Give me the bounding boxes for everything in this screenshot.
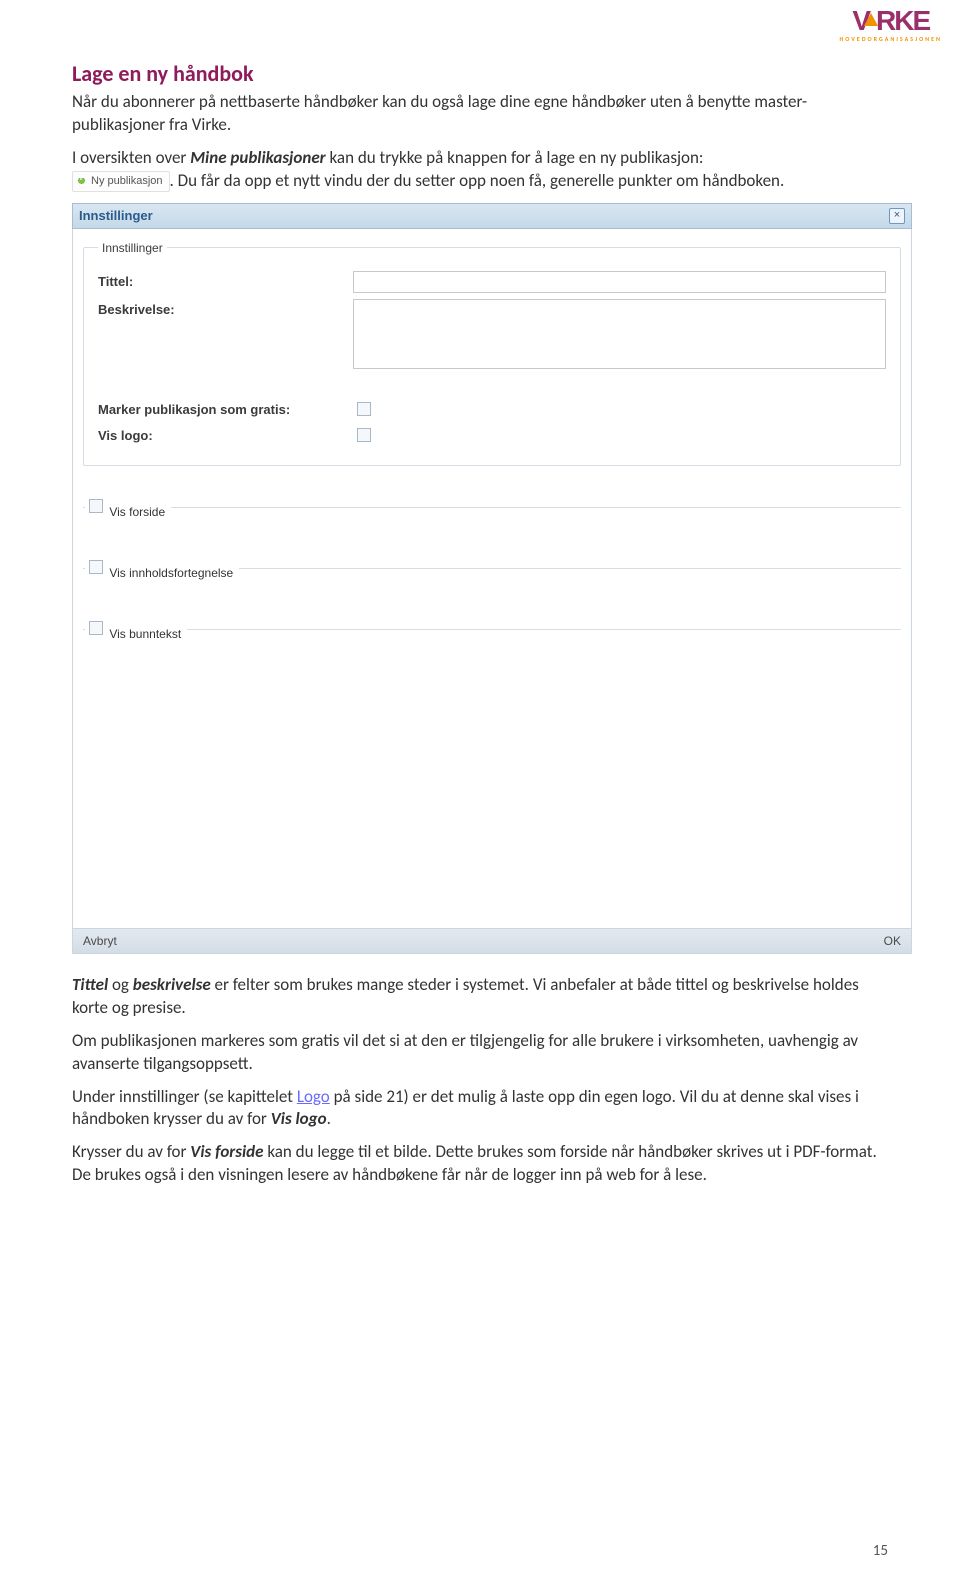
dialog-title: Innstillinger xyxy=(79,208,153,223)
show-toc-checkbox[interactable] xyxy=(89,560,103,574)
description-textarea[interactable] xyxy=(353,299,886,369)
logo-label: Vis logo: xyxy=(98,425,353,443)
description-label: Beskrivelse: xyxy=(98,299,353,317)
settings-fieldset: Innstillinger Tittel: Beskrivelse: Marke… xyxy=(83,241,901,466)
close-icon[interactable]: × xyxy=(889,208,905,224)
dialog-footer: Avbryt OK xyxy=(72,929,912,954)
title-label: Tittel: xyxy=(98,271,353,289)
brand-tagline: HOVEDORGANISASJONEN xyxy=(840,35,942,43)
logo-chapter-link[interactable]: Logo xyxy=(297,1086,330,1107)
page-heading: Lage en ny håndbok xyxy=(72,60,888,87)
show-toc-fieldset: Vis innholdsfortegnelse xyxy=(83,557,901,600)
settings-dialog: Innstillinger × Innstillinger Tittel: Be… xyxy=(72,203,912,954)
settings-legend: Innstillinger xyxy=(98,241,167,255)
forside-paragraph: Krysser du av for Vis forside kan du leg… xyxy=(72,1141,888,1187)
show-cover-label: Vis forside xyxy=(109,505,165,519)
free-checkbox[interactable] xyxy=(357,402,371,416)
dialog-titlebar: Innstillinger × xyxy=(72,203,912,229)
logo-paragraph: Under innstillinger (se kapittelet Logo … xyxy=(72,1086,888,1132)
ok-button[interactable]: OK xyxy=(884,934,901,948)
intro-paragraph-2: I oversikten over Mine publikasjoner kan… xyxy=(72,147,888,193)
title-input[interactable] xyxy=(353,271,886,293)
mine-publikasjoner-term: Mine publikasjoner xyxy=(190,147,325,168)
show-footer-fieldset: Vis bunntekst xyxy=(83,618,901,661)
show-logo-checkbox[interactable] xyxy=(357,428,371,442)
page-number: 15 xyxy=(873,1542,888,1560)
show-footer-checkbox[interactable] xyxy=(89,621,103,635)
show-footer-label: Vis bunntekst xyxy=(109,627,181,641)
show-cover-fieldset: Vis forside xyxy=(83,496,901,539)
free-label: Marker publikasjon som gratis: xyxy=(98,399,353,417)
brand-wordmark: VRKE xyxy=(840,8,942,33)
brand-logo: VRKE HOVEDORGANISASJONEN xyxy=(840,8,942,43)
intro-paragraph-1: Når du abonnerer på nettbaserte håndbøke… xyxy=(72,91,888,137)
new-publication-button[interactable]: Ny publikasjon xyxy=(72,171,170,192)
show-toc-label: Vis innholdsfortegnelse xyxy=(109,566,233,580)
tittel-beskrivelse-paragraph: Tittel og beskrivelse er felter som bruk… xyxy=(72,974,888,1020)
gratis-paragraph: Om publikasjonen markeres som gratis vil… xyxy=(72,1030,888,1076)
show-cover-checkbox[interactable] xyxy=(89,499,103,513)
cancel-button[interactable]: Avbryt xyxy=(83,934,117,948)
